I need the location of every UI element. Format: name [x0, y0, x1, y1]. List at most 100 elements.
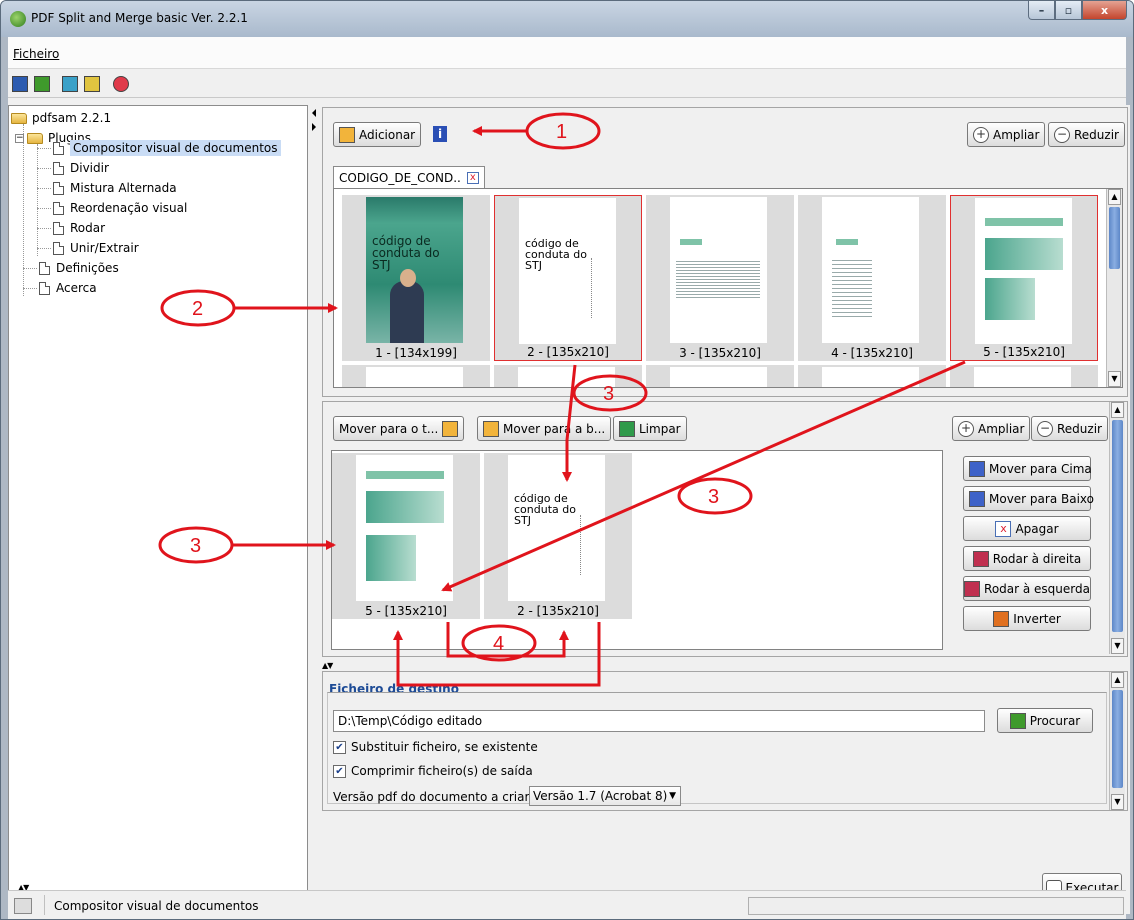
- tree-item-label: Acerca: [56, 281, 97, 295]
- move-bottom-button[interactable]: Mover para a b...: [477, 416, 612, 441]
- tree-item-dividir[interactable]: Dividir: [53, 158, 109, 178]
- minimize-button[interactable]: –: [1028, 1, 1055, 20]
- scroll-down-icon[interactable]: ▼: [1111, 794, 1124, 810]
- load-icon[interactable]: [34, 76, 50, 92]
- rotate-left-button[interactable]: Rodar à esquerda: [963, 576, 1091, 601]
- page-image: código de conduta do STJ: [366, 197, 463, 343]
- tree-root[interactable]: pdfsam 2.2.1: [11, 108, 111, 128]
- tree-item-compositor[interactable]: Compositor visual de documentos: [53, 138, 281, 158]
- splitter-arrows-icon[interactable]: ▲▼: [322, 661, 333, 670]
- zoom-in-button[interactable]: + Ampliar: [967, 122, 1046, 147]
- page-thumbnail[interactable]: [646, 365, 794, 387]
- move-bottom-icon: [483, 420, 499, 437]
- compress-checkbox[interactable]: ✔ Comprimir ficheiro(s) de saída: [333, 764, 533, 778]
- page-image: código de conduta do STJ: [519, 198, 616, 344]
- thumbnail-label: 3 - [135x210]: [679, 346, 761, 360]
- checkbox-checked-icon[interactable]: ✔: [333, 741, 346, 754]
- page-thumbnail[interactable]: [798, 365, 946, 387]
- composition-panel: Mover para o t... Mover para a b... Limp…: [322, 401, 1128, 657]
- info-icon[interactable]: i: [433, 126, 447, 142]
- destination-scrollbar[interactable]: ▲ ▼: [1109, 672, 1125, 810]
- scroll-up-icon[interactable]: ▲: [1108, 189, 1121, 205]
- rotate-right-button[interactable]: Rodar à direita: [963, 546, 1091, 571]
- scroll-down-icon[interactable]: ▼: [1108, 371, 1121, 387]
- move-down-button[interactable]: Mover para Baixo: [963, 486, 1094, 511]
- tab-document[interactable]: CODIGO_DE_COND.. x: [333, 166, 485, 188]
- invert-button[interactable]: Inverter: [963, 606, 1091, 631]
- scroll-up-icon[interactable]: ▲: [1111, 672, 1124, 688]
- tree-item-unir[interactable]: Unir/Extrair: [53, 238, 139, 258]
- status-text: Compositor visual de documentos: [54, 899, 259, 913]
- layout-icon[interactable]: [62, 76, 78, 92]
- tree-item-definicoes[interactable]: Definições: [39, 258, 119, 278]
- checkbox-checked-icon[interactable]: ✔: [333, 765, 346, 778]
- delete-button[interactable]: x Apagar: [963, 516, 1091, 541]
- scroll-thumb[interactable]: [1112, 690, 1123, 788]
- clear-icon[interactable]: [84, 76, 100, 92]
- power-icon[interactable]: [113, 76, 129, 92]
- page-thumbnail[interactable]: código de conduta do STJ 2 - [135x210]: [484, 453, 632, 619]
- thumbnail-label: 1 - [134x199]: [375, 346, 457, 360]
- scroll-thumb[interactable]: [1109, 207, 1120, 269]
- add-button-label: Adicionar: [359, 127, 416, 142]
- arrow-up-icon: [969, 460, 985, 477]
- page-thumbnail[interactable]: [950, 365, 1098, 387]
- source-scrollbar[interactable]: ▲ ▼: [1106, 189, 1122, 387]
- scroll-thumb[interactable]: [1112, 420, 1123, 632]
- page-thumbnail[interactable]: 3 - [135x210]: [646, 195, 794, 361]
- page-image: código de conduta do STJ: [508, 455, 605, 601]
- document-icon: [53, 241, 64, 255]
- page-thumbnail[interactable]: código de conduta do STJ 2 - [135x210]: [494, 195, 642, 361]
- close-button[interactable]: x: [1082, 1, 1127, 20]
- page-thumbnail[interactable]: código de conduta do STJ 1 - [134x199]: [342, 195, 490, 361]
- save-icon[interactable]: [12, 76, 28, 92]
- tree-item-acerca[interactable]: Acerca: [39, 278, 97, 298]
- tree-item-reordenacao[interactable]: Reordenação visual: [53, 198, 187, 218]
- scroll-up-icon[interactable]: ▲: [1111, 402, 1124, 418]
- clear-label: Limpar: [639, 421, 681, 436]
- close-tab-icon[interactable]: x: [466, 171, 479, 184]
- destination-path-field[interactable]: D:\Temp\Código editado: [333, 710, 985, 732]
- document-icon: [53, 221, 64, 235]
- arrow-down-icon: [969, 490, 985, 507]
- status-icon: [14, 898, 32, 914]
- page-image: [670, 197, 767, 343]
- page-thumbnail[interactable]: 4 - [135x210]: [798, 195, 946, 361]
- collapse-icon[interactable]: −: [15, 133, 24, 143]
- document-icon: [53, 161, 64, 175]
- pdf-version-value: Versão 1.7 (Acrobat 8): [533, 789, 668, 803]
- zoom-out-button[interactable]: − Reduzir: [1048, 122, 1125, 147]
- page-thumbnail[interactable]: [494, 365, 642, 387]
- zoom-out-label: Reduzir: [1074, 127, 1119, 142]
- menu-ficheiro[interactable]: Ficheiro: [13, 47, 59, 61]
- thumbnail-label: 2 - [135x210]: [517, 604, 599, 618]
- move-bottom-label: Mover para a b...: [503, 421, 606, 436]
- zoom-in-button[interactable]: + Ampliar: [952, 416, 1031, 441]
- cover-title: código de conduta do STJ: [514, 492, 576, 527]
- clear-button[interactable]: Limpar: [613, 416, 687, 441]
- overwrite-checkbox[interactable]: ✔ Substituir ficheiro, se existente: [333, 740, 538, 754]
- page-image: [356, 455, 453, 601]
- move-up-button[interactable]: Mover para Cima: [963, 456, 1092, 481]
- move-top-button[interactable]: Mover para o t...: [333, 416, 465, 441]
- composition-scrollbar[interactable]: ▲ ▼: [1109, 402, 1125, 654]
- zoom-out-button[interactable]: − Reduzir: [1031, 416, 1108, 441]
- thumbnail-label: 2 - [135x210]: [527, 345, 609, 359]
- browse-button[interactable]: Procurar: [997, 708, 1093, 733]
- overwrite-label: Substituir ficheiro, se existente: [351, 740, 538, 754]
- delete-label: Apagar: [1015, 521, 1059, 536]
- page-thumbnail[interactable]: [342, 365, 490, 387]
- progress-bar: [748, 897, 1124, 915]
- scroll-down-icon[interactable]: ▼: [1111, 638, 1124, 654]
- tree-item-label: Definições: [56, 261, 119, 275]
- tree-item-mistura[interactable]: Mistura Alternada: [53, 178, 177, 198]
- tree-item-rodar[interactable]: Rodar: [53, 218, 105, 238]
- page-thumbnail[interactable]: 5 - [135x210]: [950, 195, 1098, 361]
- add-button[interactable]: Adicionar: [333, 122, 422, 147]
- rotate-right-icon: [972, 550, 989, 567]
- page-thumbnail[interactable]: 5 - [135x210]: [332, 453, 480, 619]
- maximize-button[interactable]: ▫: [1055, 1, 1082, 20]
- pdf-version-select[interactable]: Versão 1.7 (Acrobat 8) ▼: [529, 786, 681, 806]
- splitter-arrows-icon[interactable]: [311, 107, 317, 137]
- zoom-in-icon: +: [973, 126, 989, 143]
